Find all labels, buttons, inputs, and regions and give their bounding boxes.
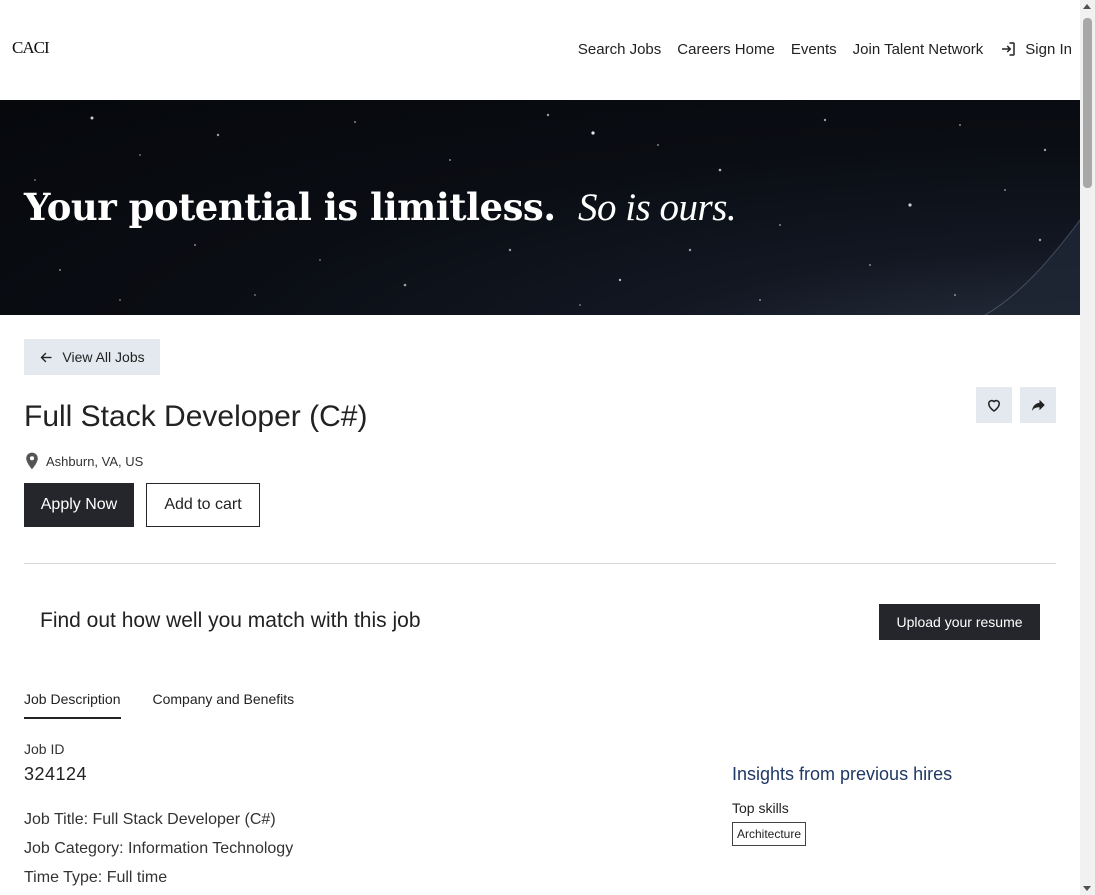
upload-resume-button[interactable]: Upload your resume	[879, 604, 1040, 640]
caci-logo[interactable]: CACI	[12, 38, 50, 58]
hero-banner: Your potential is limitless. So is ours.	[0, 100, 1080, 315]
share-icon	[1032, 399, 1045, 411]
sign-in-label: Sign In	[1025, 40, 1072, 58]
detail-job-title: Job Title: Full Stack Developer (C#)	[24, 811, 276, 828]
scroll-up-arrow-icon[interactable]	[1083, 4, 1091, 9]
share-job-button[interactable]	[1020, 387, 1056, 423]
save-job-button[interactable]	[976, 387, 1012, 423]
job-tabs: Job Description Company and Benefits	[24, 691, 326, 719]
site-header: CACI Search Jobs Careers Home Events Joi…	[0, 0, 1080, 100]
location-pin-icon	[26, 452, 38, 470]
tab-job-description[interactable]: Job Description	[24, 691, 121, 719]
section-divider	[24, 563, 1056, 564]
add-to-cart-button[interactable]: Add to cart	[146, 483, 260, 527]
job-location-label: Ashburn, VA, US	[46, 453, 144, 469]
detail-job-category: Job Category: Information Technology	[24, 840, 294, 857]
hero-headline-main: Your potential is limitless.	[24, 185, 556, 229]
sign-in-icon	[1002, 42, 1016, 56]
sign-in-link[interactable]: Sign In	[999, 40, 1072, 58]
main-nav: Search Jobs Careers Home Events Join Tal…	[562, 40, 1072, 58]
tab-company-and-benefits[interactable]: Company and Benefits	[153, 691, 295, 719]
scroll-down-arrow-icon[interactable]	[1083, 886, 1091, 891]
nav-join-talent-network[interactable]: Join Talent Network	[853, 41, 984, 58]
job-location: Ashburn, VA, US	[24, 452, 143, 470]
detail-time-type: Time Type: Full time	[24, 869, 168, 886]
view-all-jobs-button[interactable]: View All Jobs	[24, 339, 160, 375]
nav-search-jobs[interactable]: Search Jobs	[578, 41, 661, 58]
nav-careers-home[interactable]: Careers Home	[677, 41, 775, 58]
insights-title: Insights from previous hires	[732, 764, 953, 784]
job-id-label: Job ID	[24, 741, 65, 757]
view-all-jobs-label: View All Jobs	[62, 349, 145, 365]
scrollbar-thumb[interactable]	[1083, 18, 1092, 188]
page-scrollbar[interactable]	[1080, 0, 1095, 895]
top-skills-label: Top skills	[732, 800, 789, 816]
apply-now-button[interactable]: Apply Now	[24, 483, 134, 527]
skill-tag: Architecture	[732, 822, 807, 846]
job-title: Full Stack Developer (C#)	[24, 400, 368, 433]
page: CACI Search Jobs Careers Home Events Joi…	[0, 0, 1080, 895]
resume-match-heading: Find out how well you match with this jo…	[40, 609, 421, 632]
arrow-left-icon	[40, 352, 52, 362]
nav-events[interactable]: Events	[791, 41, 837, 58]
job-id-value: 324124	[24, 764, 88, 784]
hero-headline-tagline: So is ours.	[578, 186, 737, 229]
heart-icon	[987, 399, 1001, 412]
hero-headline: Your potential is limitless. So is ours.	[24, 185, 737, 230]
